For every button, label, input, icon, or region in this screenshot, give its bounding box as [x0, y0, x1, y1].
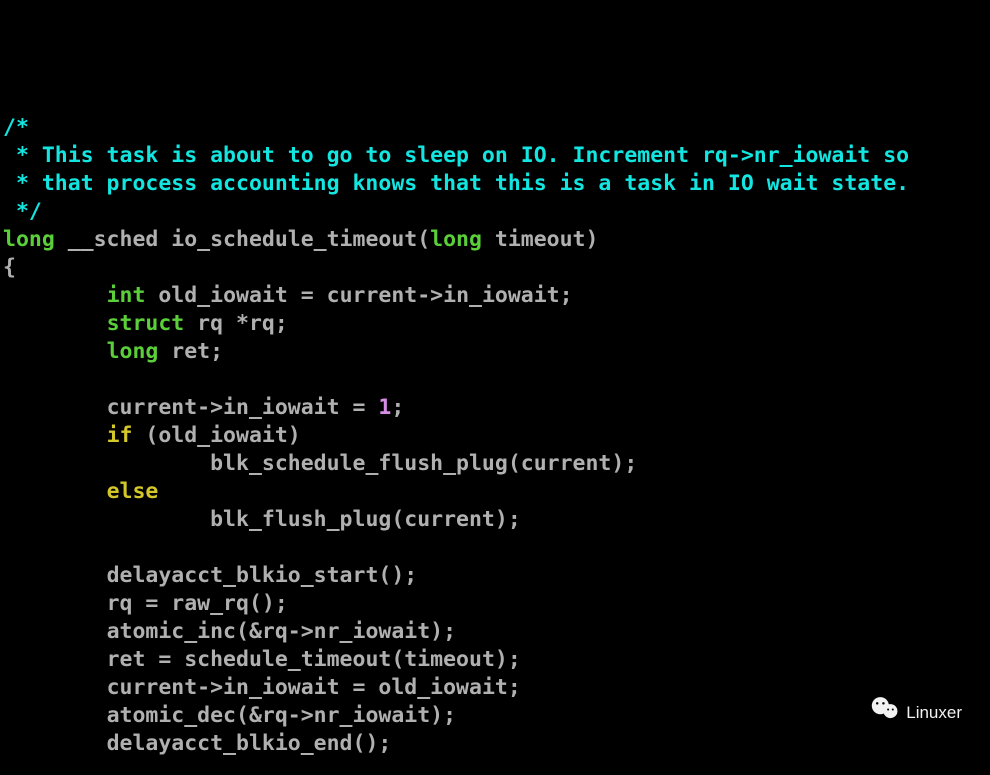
indent [3, 591, 107, 616]
code-text: __sched io_schedule_timeout( [55, 227, 430, 252]
code-text: rq *rq; [184, 311, 288, 336]
keyword-control: if [107, 423, 133, 448]
keyword-type: long [3, 227, 55, 252]
code-text: rq = raw_rq(); [107, 591, 288, 616]
indent [3, 563, 107, 588]
watermark: Linuxer [852, 668, 962, 757]
indent [3, 395, 107, 420]
indent [3, 675, 107, 700]
indent [3, 619, 107, 644]
code-text: delayacct_blkio_end(); [107, 731, 392, 756]
comment-line: * This task is about to go to sleep on I… [3, 143, 909, 168]
indent [3, 339, 107, 364]
code-text: atomic_dec(&rq->nr_iowait); [107, 703, 457, 728]
indent [3, 283, 107, 308]
code-text: current->in_iowait = old_iowait; [107, 675, 521, 700]
indent [3, 507, 210, 532]
code-text: current->in_iowait = [107, 395, 379, 420]
comment-line: /* [3, 115, 29, 140]
code-block: /* * This task is about to go to sleep o… [0, 112, 990, 775]
brace: { [3, 255, 16, 280]
code-text: blk_schedule_flush_plug(current); [210, 451, 637, 476]
comment-line: * that process accounting knows that thi… [3, 171, 909, 196]
code-text: old_iowait = current->in_iowait; [145, 283, 572, 308]
keyword-control: else [107, 479, 159, 504]
code-text: delayacct_blkio_start(); [107, 563, 418, 588]
indent [3, 311, 107, 336]
keyword-type: long [107, 339, 159, 364]
indent [3, 647, 107, 672]
indent [3, 731, 107, 756]
indent [3, 423, 107, 448]
wechat-icon [852, 668, 899, 757]
code-text: timeout) [482, 227, 599, 252]
keyword-type: int [107, 283, 146, 308]
comment-line: */ [3, 199, 42, 224]
indent [3, 451, 210, 476]
code-text: ; [391, 395, 404, 420]
code-text: ret = schedule_timeout(timeout); [107, 647, 521, 672]
indent [3, 479, 107, 504]
keyword-type: struct [107, 311, 185, 336]
keyword-type: long [430, 227, 482, 252]
watermark-text: Linuxer [906, 699, 962, 727]
code-text: atomic_inc(&rq->nr_iowait); [107, 619, 457, 644]
indent [3, 703, 107, 728]
number-literal: 1 [378, 395, 391, 420]
code-text: blk_flush_plug(current); [210, 507, 521, 532]
code-text: (old_iowait) [132, 423, 300, 448]
code-text: ret; [158, 339, 223, 364]
